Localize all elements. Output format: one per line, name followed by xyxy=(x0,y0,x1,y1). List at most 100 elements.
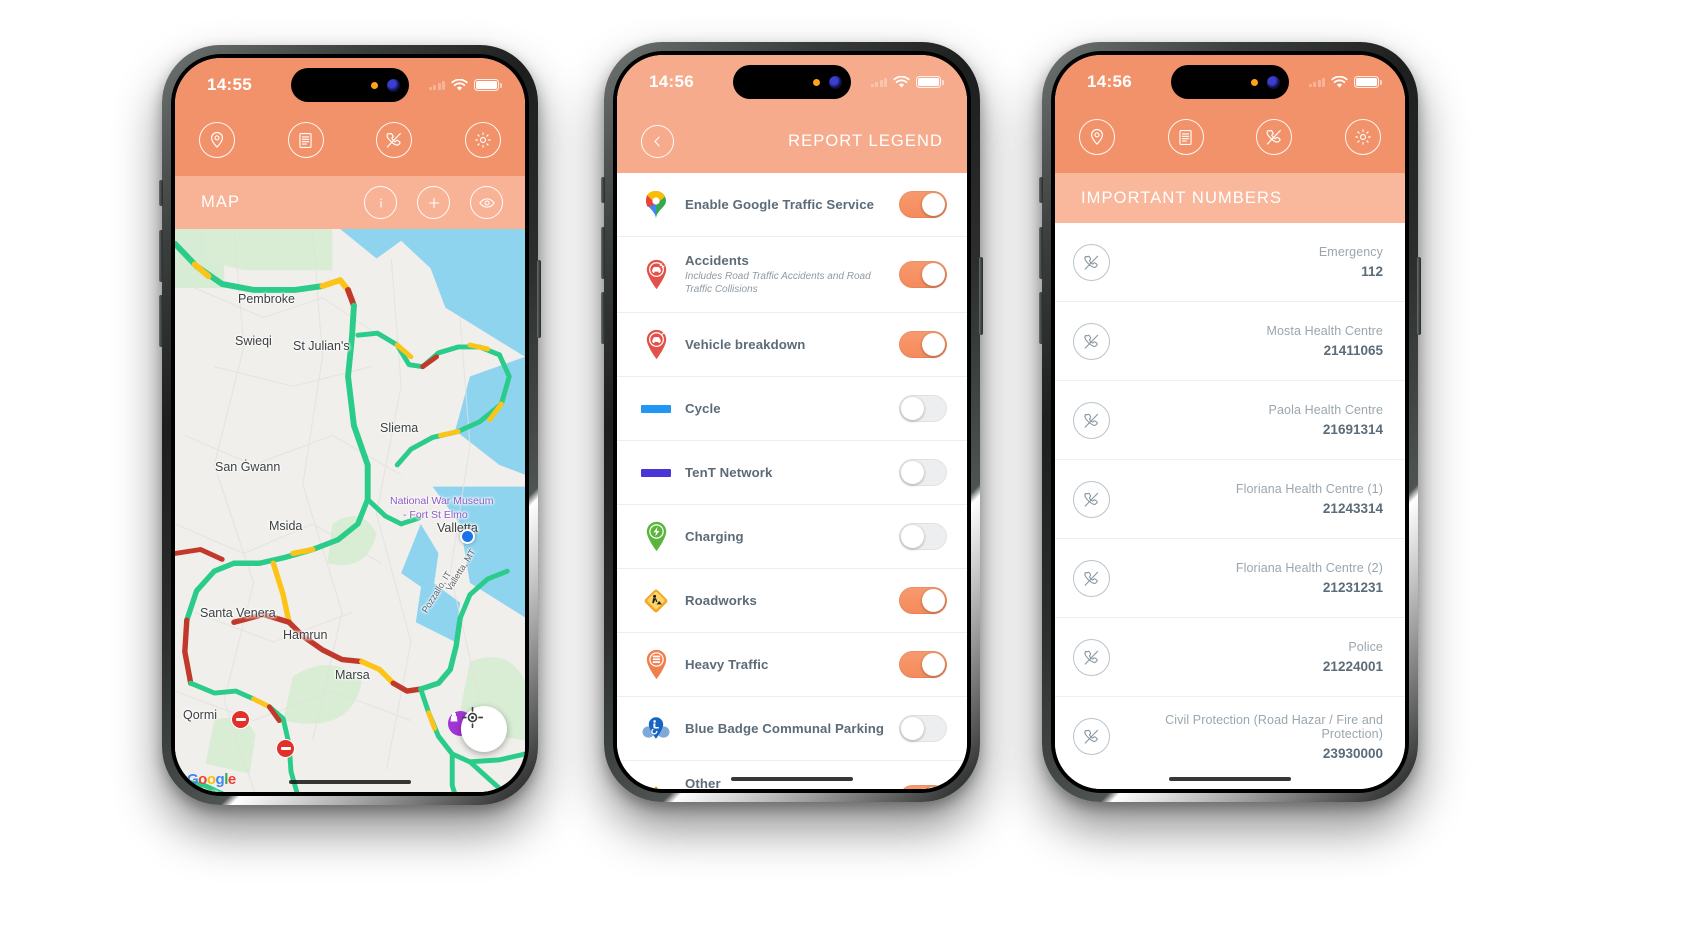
phone-icon[interactable] xyxy=(1073,638,1110,676)
mute-switch[interactable] xyxy=(1039,177,1043,203)
map-pin-icon[interactable] xyxy=(1079,119,1115,155)
number-text: Mosta Health Centre 21411065 xyxy=(1110,324,1383,358)
map-pin-icon[interactable] xyxy=(199,122,235,158)
volume-up-button[interactable] xyxy=(159,230,163,282)
status-bar: 14:55 xyxy=(175,58,525,112)
legend-label: Roadworks xyxy=(685,593,757,608)
user-location-dot xyxy=(460,529,475,544)
legend-row[interactable]: Blue Badge Communal Parking xyxy=(617,697,967,761)
number-row[interactable]: Floriana Health Centre (2) 21231231 xyxy=(1055,539,1405,618)
legend-toggle[interactable] xyxy=(899,331,947,358)
gear-icon[interactable] xyxy=(1344,119,1381,155)
legend-text: Cycle xyxy=(677,401,899,416)
map-label: Sliema xyxy=(380,421,419,435)
volume-down-button[interactable] xyxy=(601,292,605,344)
phone-icon[interactable] xyxy=(1073,559,1110,597)
info-icon[interactable] xyxy=(364,186,397,219)
power-button[interactable] xyxy=(537,260,541,338)
map-label: Msida xyxy=(269,519,303,533)
number-row[interactable]: Emergency 112 xyxy=(1055,223,1405,302)
phone-icon[interactable] xyxy=(1073,480,1110,518)
mute-switch[interactable] xyxy=(159,180,163,206)
plus-icon[interactable] xyxy=(417,186,450,219)
important-numbers-list[interactable]: Emergency 112 Mosta Health Centre 214110… xyxy=(1055,223,1405,789)
cellular-signal-icon xyxy=(1308,77,1325,87)
volume-up-button[interactable] xyxy=(601,227,605,279)
road-closure-marker[interactable] xyxy=(231,710,250,729)
number-row[interactable]: Mosta Health Centre 21411065 xyxy=(1055,302,1405,381)
front-camera xyxy=(387,78,400,92)
legend-row[interactable]: Accidents Includes Road Traffic Accident… xyxy=(617,237,967,313)
phone-icon[interactable] xyxy=(1073,322,1110,360)
legend-toggle[interactable] xyxy=(899,261,947,288)
dynamic-island xyxy=(733,65,851,99)
road-closure-marker[interactable] xyxy=(276,739,295,758)
legend-text: Enable Google Traffic Service xyxy=(677,197,899,212)
cellular-signal-icon xyxy=(428,80,445,90)
legend-toggle[interactable] xyxy=(899,523,947,550)
legend-toggle[interactable] xyxy=(899,651,947,678)
legend-label: Enable Google Traffic Service xyxy=(685,197,875,212)
phone-icon[interactable] xyxy=(1073,718,1110,755)
legend-row[interactable]: Cycle xyxy=(617,377,967,441)
legend-text: Blue Badge Communal Parking xyxy=(677,721,899,736)
legend-row[interactable]: Charging xyxy=(617,505,967,569)
legend-row[interactable]: Enable Google Traffic Service xyxy=(617,173,967,237)
mute-switch[interactable] xyxy=(601,177,605,203)
volume-up-button[interactable] xyxy=(1039,227,1043,279)
number-row[interactable]: Civil Protection (Road Hazar / Fire and … xyxy=(1055,697,1405,776)
status-indicators xyxy=(1308,75,1382,89)
gear-icon[interactable] xyxy=(464,122,501,158)
number-name: Emergency xyxy=(1318,245,1383,259)
front-camera xyxy=(1267,75,1280,89)
number-row[interactable]: Police 21224001 xyxy=(1055,618,1405,697)
legend-label: Heavy Traffic xyxy=(685,657,769,672)
legend-row[interactable]: Vehicle breakdown xyxy=(617,313,967,377)
legend-toggle[interactable] xyxy=(899,459,947,486)
legend-toggle[interactable] xyxy=(899,784,947,789)
eye-icon[interactable] xyxy=(470,186,503,219)
legend-toggle[interactable] xyxy=(899,191,947,218)
phone-icon[interactable] xyxy=(1073,401,1110,439)
back-chevron-icon[interactable] xyxy=(641,124,674,158)
home-indicator[interactable] xyxy=(731,776,853,781)
map-canvas[interactable]: Pembroke Swieqi St Julian's Sliema San Ġ… xyxy=(175,229,525,792)
home-indicator[interactable] xyxy=(1169,776,1291,781)
legend-row[interactable]: Roadworks xyxy=(617,569,967,633)
accident-pin-icon xyxy=(635,259,677,290)
recording-indicator-dot xyxy=(813,78,820,86)
map-label: Qormi xyxy=(183,708,218,722)
number-row[interactable]: Floriana Health Centre (1) 21243314 xyxy=(1055,460,1405,539)
volume-down-button[interactable] xyxy=(1039,292,1043,344)
power-button[interactable] xyxy=(979,257,983,335)
phone-icon[interactable] xyxy=(376,122,413,158)
tent-line-icon xyxy=(635,468,677,477)
number-name: Police xyxy=(1348,640,1383,654)
legend-toggle[interactable] xyxy=(899,715,947,742)
locate-me-button[interactable] xyxy=(461,706,507,752)
home-indicator[interactable] xyxy=(289,779,411,784)
cycle-line-icon xyxy=(635,404,677,413)
phone-icon[interactable] xyxy=(1256,119,1293,155)
legend-label: Accidents xyxy=(685,252,749,268)
phone-device-legend: 14:56 REPORT LEGEND Enable Google Traffi… xyxy=(601,42,983,802)
legend-toggle[interactable] xyxy=(899,395,947,422)
volume-down-button[interactable] xyxy=(159,295,163,347)
legend-list[interactable]: Enable Google Traffic Service Accidents … xyxy=(617,173,967,789)
page-title: MAP xyxy=(201,193,241,211)
legend-label: Blue Badge Communal Parking xyxy=(685,721,885,736)
report-list-icon[interactable] xyxy=(1167,119,1204,155)
map-label: St Julian's xyxy=(293,339,350,353)
legend-row[interactable]: TenT Network xyxy=(617,441,967,505)
legend-toggle[interactable] xyxy=(899,587,947,614)
report-list-icon[interactable] xyxy=(287,122,324,158)
legend-row[interactable]: Other Includes Oil Spill, Emergency Road… xyxy=(617,761,967,789)
google-maps-pin-icon xyxy=(635,190,677,220)
number-row[interactable]: Paola Health Centre 21691314 xyxy=(1055,381,1405,460)
legend-row[interactable]: Heavy Traffic xyxy=(617,633,967,697)
cellular-signal-icon xyxy=(870,77,887,87)
phone-icon[interactable] xyxy=(1073,243,1110,281)
map-label: San Ġwann xyxy=(215,460,281,474)
power-button[interactable] xyxy=(1417,257,1421,335)
phone-device-numbers: 14:56 IMPORTANT NUMBERS Emergency 112 Mo… xyxy=(1039,42,1421,802)
